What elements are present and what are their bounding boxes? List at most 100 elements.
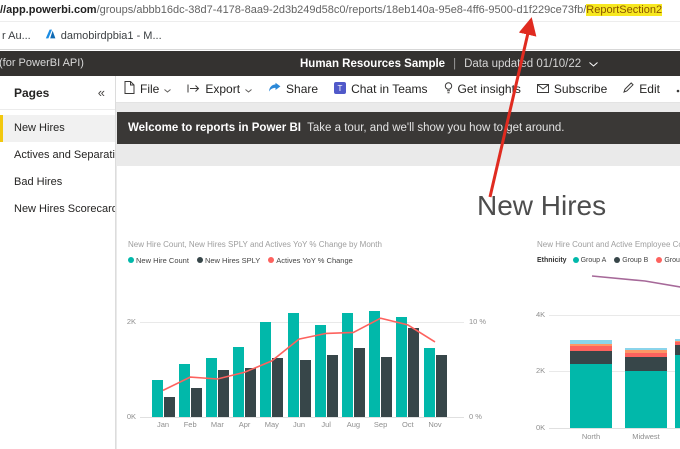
y-axis-tick-2k: 2K: [536, 366, 546, 375]
separator: |: [453, 57, 457, 70]
bar-new-hires-sply-feb[interactable]: [190, 388, 202, 417]
stacked-bar-segment-bar3-0[interactable]: [675, 354, 680, 428]
month-label-apr: Apr: [238, 420, 251, 429]
bar-new-hire-count-oct[interactable]: [396, 316, 408, 417]
file-icon: [124, 81, 135, 97]
report-page[interactable]: New Hires New Hire Count, New Hires SPLY…: [117, 166, 680, 449]
more-icon: [676, 82, 680, 96]
collapse-sidebar-icon[interactable]: «: [98, 85, 105, 100]
pages-sidebar: Pages « New HiresActives and Separations…: [0, 76, 116, 449]
chevron-down-icon[interactable]: [589, 58, 598, 70]
bar-new-hires-sply-may[interactable]: [272, 358, 284, 417]
app-header-bar: (for PowerBI API) Human Resources Sample…: [0, 51, 680, 76]
month-label-jan: Jan: [156, 420, 170, 429]
bookmark-item-azure[interactable]: damobirdpbia1 - M...: [45, 29, 162, 42]
export-menu-button[interactable]: Export: [187, 82, 252, 96]
bar-new-hire-count-feb[interactable]: [178, 363, 190, 417]
stacked-bar-segment-midwest-2[interactable]: [625, 352, 667, 357]
url-highlight: ReportSection2: [586, 4, 663, 16]
x-axis-line: [549, 428, 680, 429]
charts-layer: 0K 2K 0 % 10 % Jan Feb Mar Apr May Jun Jul Aug Sep Oc…: [117, 166, 680, 449]
y2-axis-tick-0: 0 %: [469, 412, 482, 421]
month-label-jun: Jun: [292, 420, 306, 429]
pages-title: Pages: [14, 85, 50, 100]
share-button[interactable]: Share: [268, 82, 318, 96]
sidebar-item-new-hires-scorecard[interactable]: New Hires Scorecard: [0, 196, 115, 223]
month-label-oct: Oct: [401, 420, 414, 429]
share-icon: [268, 82, 281, 96]
sidebar-item-bad-hires[interactable]: Bad Hires: [0, 169, 115, 196]
gridline-2k: [140, 322, 464, 323]
more-options-button[interactable]: [676, 82, 680, 96]
report-toolbar: File Export Share T Chat in Teams Get in…: [116, 76, 680, 103]
data-updated-text[interactable]: Data updated 01/10/22: [464, 58, 581, 70]
month-label-feb: Feb: [183, 420, 197, 429]
bar-new-hire-count-apr[interactable]: [233, 347, 245, 417]
bar-new-hires-sply-jul[interactable]: [326, 354, 338, 417]
stacked-bar-segment-midwest-4[interactable]: [625, 347, 667, 351]
region-label-north: North: [581, 432, 601, 441]
stacked-bar-segment-midwest-0[interactable]: [625, 371, 667, 428]
chevron-down-icon: [164, 82, 172, 96]
subscribe-button[interactable]: Subscribe: [536, 82, 607, 96]
report-header: Human Resources Sample | Data updated 01…: [300, 51, 598, 76]
pages-header: Pages «: [0, 76, 115, 110]
pencil-icon: [623, 82, 635, 96]
stacked-bar-segment-north-2[interactable]: [570, 345, 612, 351]
bar-new-hires-sply-oct[interactable]: [408, 328, 420, 417]
bar-new-hires-sply-jun[interactable]: [299, 360, 311, 417]
teams-icon: T: [334, 81, 347, 97]
y-axis-tick-2k: 2K: [126, 317, 136, 326]
y-axis-tick-0k: 0K: [126, 412, 136, 421]
bar-new-hire-count-aug[interactable]: [341, 312, 353, 417]
get-insights-button[interactable]: Get insights: [444, 81, 521, 97]
bar-new-hire-count-nov[interactable]: [423, 348, 435, 417]
app-name-text: (for PowerBI API): [0, 57, 84, 69]
stacked-bar-segment-bar3-4[interactable]: [675, 339, 680, 341]
bookmarks-bar: r Au... damobirdpbia1 - M...: [0, 22, 680, 50]
chevron-down-icon: [245, 82, 252, 96]
stacked-bar-segment-north-0[interactable]: [570, 363, 612, 428]
bar-new-hires-sply-nov[interactable]: [435, 355, 447, 417]
region-label-midwest: Midwest: [632, 432, 660, 441]
sidebar-item-new-hires[interactable]: New Hires: [0, 115, 115, 142]
stacked-bar-segment-midwest-3[interactable]: [625, 350, 667, 353]
bar-new-hires-sply-jan[interactable]: [163, 397, 175, 417]
file-menu-button[interactable]: File: [124, 81, 172, 97]
bar-new-hire-count-may[interactable]: [260, 322, 272, 417]
y-axis-tick-4k: 4K: [536, 310, 546, 319]
stacked-bar-segment-north-4[interactable]: [570, 340, 612, 344]
bar-new-hire-count-jan[interactable]: [151, 379, 163, 417]
url-bar[interactable]: //app.powerbi.com/groups/abbb16dc-38d7-4…: [0, 0, 680, 22]
stacked-bar-segment-north-1[interactable]: [570, 351, 612, 364]
bar-new-hires-sply-aug[interactable]: [353, 348, 365, 417]
bookmark-item[interactable]: r Au...: [2, 30, 31, 42]
bookmark-label: damobirdpbia1 - M...: [60, 29, 162, 42]
bar-new-hire-count-sep[interactable]: [369, 311, 381, 417]
bar-new-hires-sply-apr[interactable]: [245, 368, 257, 417]
month-label-jul: Jul: [321, 420, 331, 429]
azure-icon: [45, 29, 56, 42]
month-label-mar: Mar: [210, 420, 224, 429]
bar-new-hires-sply-mar[interactable]: [217, 369, 229, 417]
bar-new-hire-count-mar[interactable]: [205, 358, 217, 417]
stacked-bar-segment-midwest-1[interactable]: [625, 356, 667, 372]
bookmark-label: r Au...: [2, 29, 31, 42]
welcome-banner-text: Take a tour, and we'll show you how to g…: [307, 122, 565, 134]
month-label-may: May: [264, 420, 279, 429]
stacked-bar-segment-bar3-3[interactable]: [675, 340, 680, 342]
chat-in-teams-button[interactable]: T Chat in Teams: [334, 81, 428, 97]
sidebar-item-actives-and-separations[interactable]: Actives and Separations: [0, 142, 115, 169]
envelope-icon: [536, 82, 549, 96]
export-icon: [187, 82, 200, 96]
bar-new-hires-sply-sep[interactable]: [381, 357, 393, 417]
stacked-bar-segment-north-3[interactable]: [570, 343, 612, 346]
edit-button[interactable]: Edit: [623, 82, 660, 96]
stacked-bar-segment-bar3-1[interactable]: [675, 344, 680, 355]
y2-axis-tick-10: 10 %: [469, 317, 487, 326]
stacked-bar-segment-bar3-2[interactable]: [675, 341, 680, 345]
month-label-sep: Sep: [373, 420, 388, 429]
welcome-banner-bold: Welcome to reports in Power BI: [128, 122, 301, 134]
bar-new-hire-count-jul[interactable]: [314, 324, 326, 417]
bar-new-hire-count-jun[interactable]: [287, 312, 299, 417]
